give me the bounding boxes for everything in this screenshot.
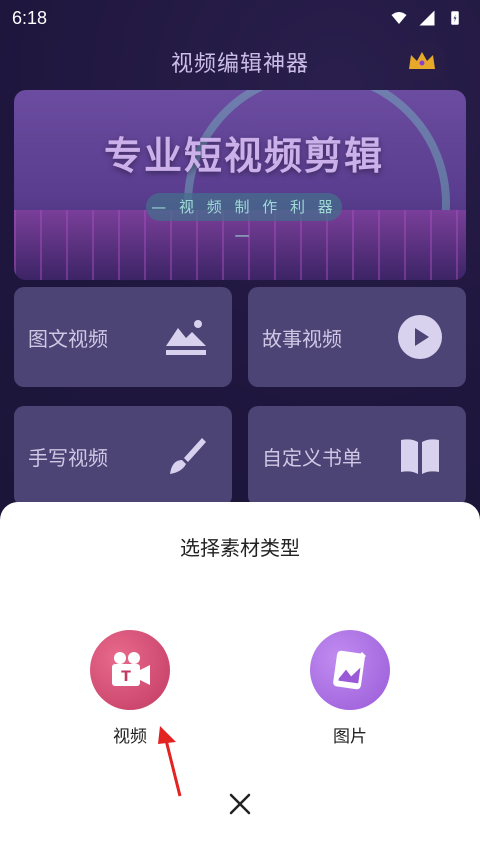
play-icon <box>396 313 444 361</box>
svg-text:T: T <box>121 669 131 685</box>
signal-icon <box>419 10 435 26</box>
brush-icon <box>162 432 210 480</box>
status-time: 6:18 <box>12 7 48 28</box>
close-icon <box>229 793 251 815</box>
close-button[interactable] <box>224 788 256 820</box>
crown-icon <box>409 52 435 69</box>
video-camera-icon: T <box>112 652 150 686</box>
card-custom-booklist[interactable]: 自定义书单 <box>248 406 466 506</box>
card-image-text-video[interactable]: 图文视频 <box>14 287 232 387</box>
option-picture[interactable]: 图片 <box>310 630 390 747</box>
video-option-circle[interactable]: T <box>90 630 170 710</box>
image-icon <box>162 313 210 361</box>
card-label: 手写视频 <box>28 445 108 470</box>
vip-crown-button[interactable] <box>398 43 446 79</box>
video-option-label: 视频 <box>113 727 147 747</box>
card-story-video[interactable]: 故事视频 <box>248 287 466 387</box>
sheet-title: 选择素材类型 <box>180 536 300 560</box>
card-label: 自定义书单 <box>262 445 362 470</box>
book-icon <box>396 432 444 480</box>
card-handwriting-video[interactable]: 手写视频 <box>14 406 232 506</box>
card-label: 图文视频 <box>28 326 108 351</box>
annotation-arrow <box>158 726 182 797</box>
wifi-icon <box>391 12 407 24</box>
picture-option-label: 图片 <box>333 727 367 747</box>
picture-icon <box>333 650 366 690</box>
card-label: 故事视频 <box>262 326 342 351</box>
picture-option-circle[interactable] <box>310 630 390 710</box>
battery-icon <box>451 11 459 25</box>
banner-title: 专业短视频剪辑 <box>103 134 384 178</box>
promo-banner[interactable]: 专业短视频剪辑 — 视 频 制 作 利 器 — <box>14 90 466 280</box>
material-type-sheet: 选择素材类型 T 视频 图片 <box>0 502 480 853</box>
banner-subtitle: — 视 频 制 作 利 器 — <box>146 193 342 244</box>
status-bar: 6:18 <box>0 0 480 36</box>
